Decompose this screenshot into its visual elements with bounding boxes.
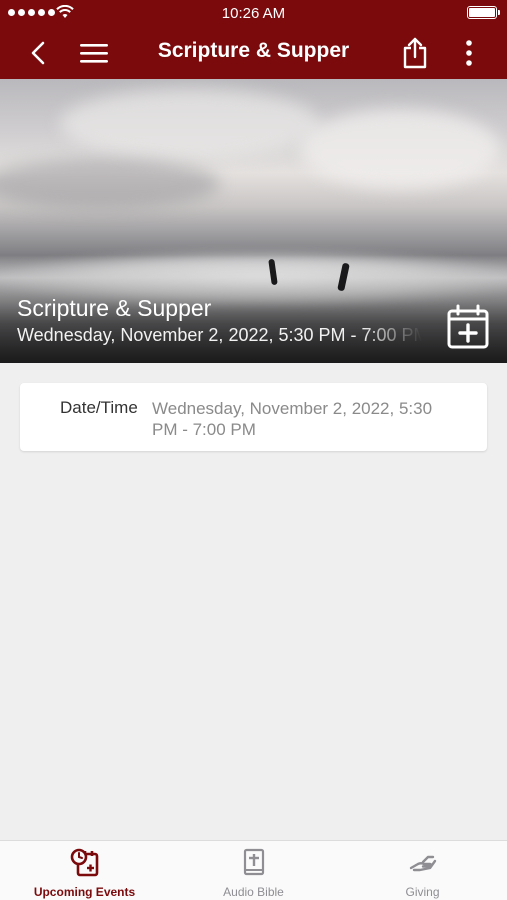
battery-icon <box>467 6 500 19</box>
share-button[interactable] <box>398 26 432 79</box>
tab-audio-bible[interactable]: Audio Bible <box>169 841 338 900</box>
datetime-label: Date/Time <box>60 398 138 417</box>
cloud-shape <box>0 159 220 209</box>
event-details-card: Date/Time Wednesday, November 2, 2022, 5… <box>20 383 487 451</box>
navigation-bar: Scripture & Supper <box>0 26 507 79</box>
status-bar: 10:26 AM <box>0 0 507 26</box>
calendar-clock-icon <box>0 848 169 878</box>
giving-hand-icon <box>338 848 507 878</box>
more-vertical-icon <box>466 39 472 66</box>
cloud-shape <box>60 89 320 159</box>
bible-icon <box>169 848 338 878</box>
tab-upcoming-events[interactable]: Upcoming Events <box>0 841 169 900</box>
cloud-shape <box>300 109 500 189</box>
event-title: Scripture & Supper <box>17 295 212 321</box>
datetime-value: Wednesday, November 2, 2022, 5:30 PM - 7… <box>152 399 433 439</box>
add-to-calendar-button[interactable] <box>446 304 490 350</box>
tab-giving[interactable]: Giving <box>338 841 507 900</box>
tab-bar: Upcoming Events Audio Bible Giving <box>0 840 507 900</box>
status-time: 10:26 AM <box>221 5 286 22</box>
more-options-button[interactable] <box>456 26 482 79</box>
tab-label: Giving <box>405 885 440 899</box>
share-icon <box>403 37 427 68</box>
tab-label: Audio Bible <box>223 885 284 899</box>
calendar-add-icon <box>447 304 489 349</box>
tab-label: Upcoming Events <box>33 885 136 899</box>
event-hero-image: Scripture & Supper Wednesday, November 2… <box>0 79 507 363</box>
top-bar: 10:26 AM Scripture & Supper <box>0 0 507 79</box>
event-datetime: Wednesday, November 2, 2022, 5:30 PM - 7… <box>17 325 422 345</box>
